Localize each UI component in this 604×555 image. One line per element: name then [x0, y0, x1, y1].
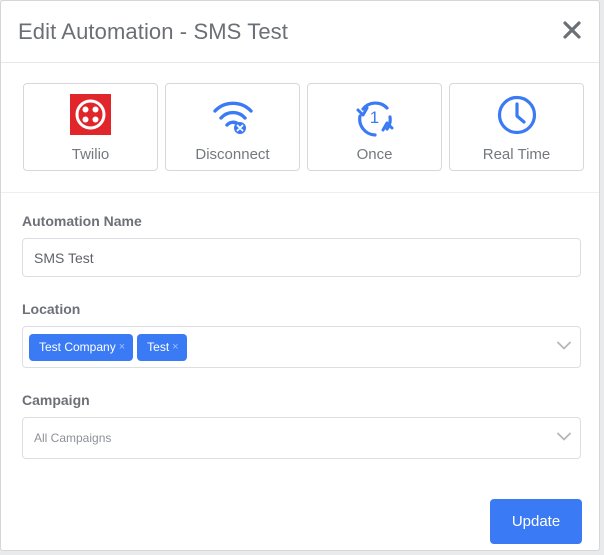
card-twilio[interactable]: Twilio — [23, 83, 158, 171]
section-divider — [1, 192, 599, 193]
location-multiselect[interactable]: Test Company × Test × — [22, 326, 581, 368]
card-real-time[interactable]: Real Time — [449, 83, 584, 171]
wifi-disconnect-icon — [211, 95, 255, 140]
automation-name-label: Automation Name — [22, 213, 142, 229]
repeat-once-icon: 1 — [354, 98, 396, 140]
tag-label: Test Company — [39, 340, 116, 354]
automation-type-cards: Twilio Disconnect 1 Once Real Time — [23, 83, 584, 171]
close-icon[interactable] — [559, 17, 585, 43]
tag-remove-icon[interactable]: × — [119, 341, 125, 353]
edit-automation-modal: Edit Automation - SMS Test Twilio Discon… — [0, 0, 600, 551]
campaign-select[interactable]: All Campaigns — [22, 417, 581, 459]
campaign-selected-value: All Campaigns — [34, 431, 112, 445]
automation-name-input[interactable] — [22, 238, 581, 277]
clock-icon — [497, 95, 537, 140]
location-tag: Test × — [137, 333, 187, 361]
tag-label: Test — [147, 340, 170, 354]
modal-title: Edit Automation - SMS Test — [18, 19, 288, 44]
card-once[interactable]: 1 Once — [307, 83, 442, 171]
card-label: Twilio — [71, 146, 110, 163]
card-label: Disconnect — [195, 146, 270, 163]
twilio-logo-icon — [70, 94, 111, 140]
campaign-label: Campaign — [22, 392, 90, 408]
card-label: Once — [356, 146, 393, 163]
location-label: Location — [22, 301, 81, 317]
chevron-down-icon[interactable] — [557, 338, 571, 352]
once-badge: 1 — [369, 108, 380, 127]
tag-remove-icon[interactable]: × — [172, 341, 178, 353]
location-tag: Test Company × — [29, 333, 134, 361]
chevron-down-icon[interactable] — [557, 429, 571, 443]
card-disconnect[interactable]: Disconnect — [165, 83, 300, 171]
modal-header: Edit Automation - SMS Test — [1, 1, 599, 63]
update-button[interactable]: Update — [490, 499, 582, 544]
card-label: Real Time — [482, 146, 551, 163]
